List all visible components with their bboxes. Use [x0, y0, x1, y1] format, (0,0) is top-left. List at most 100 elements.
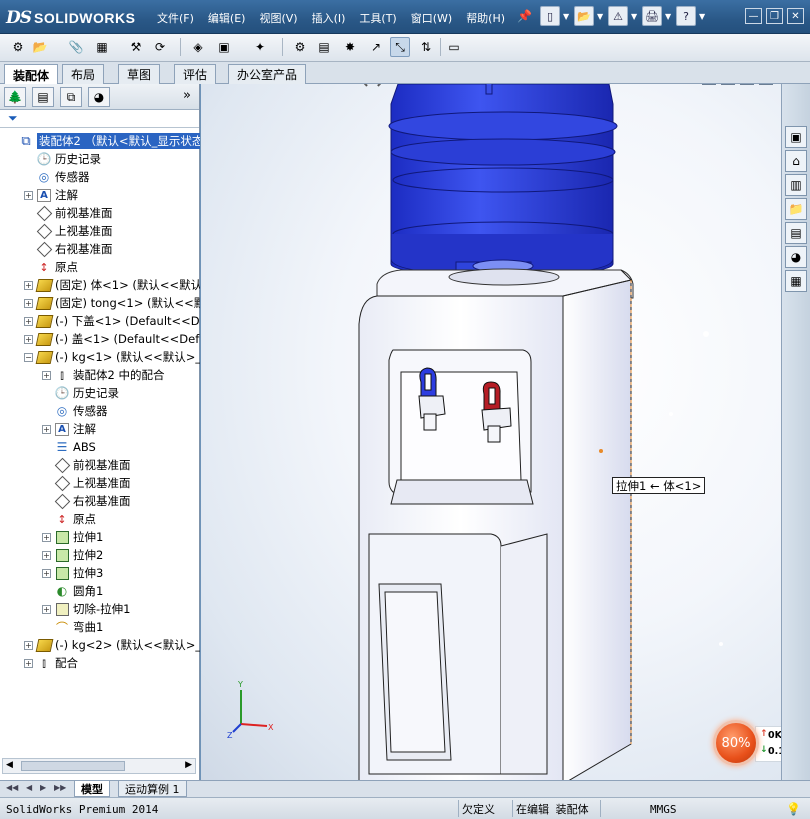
rebuild-warning-icon[interactable]: ⚠	[608, 6, 628, 26]
tab-sketch[interactable]: 草图	[118, 64, 161, 84]
tab-assembly[interactable]: 装配体	[4, 64, 59, 85]
menu-help[interactable]: 帮助(H)	[459, 10, 512, 26]
expand-icon[interactable]: +	[24, 316, 33, 326]
move-component-icon[interactable]: ⟳	[150, 37, 170, 57]
tree-item[interactable]: + 拉伸3	[42, 564, 103, 582]
tree-horizontal-scrollbar[interactable]: ◀ ▶	[2, 758, 196, 774]
scroll-right-icon[interactable]: ▶	[185, 760, 192, 770]
first-tab-icon[interactable]: ◀◀	[6, 783, 18, 792]
collapse-icon[interactable]: −	[24, 352, 33, 362]
scrollbar-thumb[interactable]	[21, 761, 125, 771]
viewport-close-icon[interactable]: ✕	[759, 84, 773, 85]
tree-filter[interactable]: ⏷	[0, 110, 199, 128]
solidworks-logo[interactable]: DS SOLIDWORKS	[6, 6, 135, 30]
edit-component-icon[interactable]: ⚙	[8, 37, 28, 57]
tree-item[interactable]: 前视基准面	[24, 204, 113, 222]
tree-item[interactable]: + (-) kg<2> (默认<<默认>_外	[24, 636, 200, 654]
menu-window[interactable]: 窗口(W)	[404, 10, 459, 26]
prev-tab-icon[interactable]: ◀	[26, 783, 32, 792]
instant3d-icon[interactable]: ⤡	[390, 37, 410, 57]
mate-icon[interactable]: 📎	[66, 37, 86, 57]
menu-view[interactable]: 视图(V)	[252, 10, 304, 26]
tree-item[interactable]: 右视基准面	[42, 492, 131, 510]
exploded-view-icon[interactable]: ✸	[340, 37, 360, 57]
take-snapshot-icon[interactable]: ▭	[444, 37, 464, 57]
tree-item[interactable]: + 切除-拉伸1	[42, 600, 130, 618]
tree-item[interactable]: ⌒ 弯曲1	[42, 618, 103, 636]
expand-icon[interactable]: +	[24, 190, 33, 200]
close-icon[interactable]: ✕	[787, 8, 804, 24]
last-tab-icon[interactable]: ▶▶	[54, 783, 66, 792]
pin-menu-icon[interactable]: 📌	[517, 9, 532, 23]
menu-file[interactable]: 文件(F)	[150, 10, 201, 26]
viewport-restore-icon[interactable]: ❐	[740, 84, 754, 85]
new-document-icon[interactable]: ▯	[540, 6, 560, 26]
appearances-icon[interactable]: ◕	[785, 246, 807, 268]
expand-icon[interactable]: +	[24, 640, 33, 650]
network-speed-widget[interactable]: ↑ 0K/s ↓ 0.1K/s 80%	[713, 718, 781, 770]
graphics-area[interactable]: Y X Z 🔍 🔎 ⧉ — ❐ ✕ 拉伸1 ← 体<1> ↑ 0K/s ↓ 0.…	[201, 84, 781, 780]
new-motion-study-icon[interactable]: ⚙	[290, 37, 310, 57]
assembly-features-icon[interactable]: ▣	[214, 37, 234, 57]
smart-fasteners-icon[interactable]: ⚒	[126, 37, 146, 57]
tab-layout[interactable]: 布局	[62, 64, 105, 84]
quick-tips-icon[interactable]: 💡	[786, 801, 801, 817]
file-explorer-icon[interactable]: 📁	[785, 198, 807, 220]
feature-tree-tab-icon[interactable]: 🌲	[4, 87, 26, 107]
show-hidden-icon[interactable]: ◈	[188, 37, 208, 57]
expand-icon[interactable]: +	[24, 298, 33, 308]
tree-item[interactable]: ↕ 原点	[42, 510, 96, 528]
new-dropdown-icon[interactable]: ▼	[563, 6, 571, 26]
configuration-manager-tab-icon[interactable]: ⧉	[60, 87, 82, 107]
explode-line-sketch-icon[interactable]: ↗	[366, 37, 386, 57]
custom-properties-icon[interactable]: ▦	[785, 270, 807, 292]
menu-insert[interactable]: 插入(I)	[305, 10, 353, 26]
expand-icon[interactable]: +	[42, 424, 51, 434]
tree-item[interactable]: ☰ ABS	[42, 438, 96, 456]
expand-icon[interactable]: +	[24, 280, 33, 290]
tree-item[interactable]: ◎ 传感器	[24, 168, 90, 186]
more-tabs-icon[interactable]: »	[183, 88, 191, 103]
expand-icon[interactable]: +	[42, 604, 51, 614]
linear-pattern-icon[interactable]: ▦	[92, 37, 112, 57]
tree-item[interactable]: + 拉伸1	[42, 528, 103, 546]
tree-item[interactable]: ↕ 原点	[24, 258, 78, 276]
tree-item[interactable]: 右视基准面	[24, 240, 113, 258]
print-dropdown-icon[interactable]: ▼	[665, 6, 673, 26]
tree-item[interactable]: 上视基准面	[42, 474, 131, 492]
tree-item[interactable]: ⧉ 装配体2 （默认<默认_显示状态	[6, 132, 200, 150]
tree-item[interactable]: + ⫾ 装配体2 中的配合	[42, 366, 164, 384]
property-manager-tab-icon[interactable]: ▤	[32, 87, 54, 107]
tree-item[interactable]: ◐ 圆角1	[42, 582, 104, 600]
minimize-icon[interactable]: —	[745, 8, 762, 24]
tree-item[interactable]: 🕒 历史记录	[24, 150, 101, 168]
open-dropdown-icon[interactable]: ▼	[597, 6, 605, 26]
restore-icon[interactable]: ❐	[766, 8, 783, 24]
solidworks-resources-icon[interactable]: ▣	[785, 126, 807, 148]
help-icon[interactable]: ?	[676, 6, 696, 26]
view-palette-icon[interactable]: ▤	[785, 222, 807, 244]
zoom-area-icon[interactable]: 🔎	[374, 84, 394, 90]
expand-icon[interactable]: +	[42, 370, 51, 380]
viewport-minimize-icon[interactable]: —	[721, 84, 735, 85]
tree-item[interactable]: + (-) 盖<1> (Default<<Defaul	[24, 330, 200, 348]
tab-evaluate[interactable]: 评估	[174, 64, 217, 84]
update-speedpak-icon[interactable]: ⇅	[416, 37, 436, 57]
display-manager-tab-icon[interactable]: ◕	[88, 87, 110, 107]
open-folder-icon[interactable]: 📂	[574, 6, 594, 26]
expand-icon[interactable]: +	[42, 568, 51, 578]
tree-item[interactable]: 上视基准面	[24, 222, 113, 240]
bill-of-materials-icon[interactable]: ▤	[314, 37, 334, 57]
tab-model[interactable]: 模型	[74, 781, 110, 797]
tree-item[interactable]: − (-) kg<1> (默认<<默认>_外	[24, 348, 200, 366]
tree-item[interactable]: 前视基准面	[42, 456, 131, 474]
zoom-to-fit-icon[interactable]: 🔍	[351, 84, 371, 90]
expand-icon[interactable]: +	[24, 334, 33, 344]
rebuild-dropdown-icon[interactable]: ▼	[631, 6, 639, 26]
menu-edit[interactable]: 编辑(E)	[201, 10, 253, 26]
filter-icon[interactable]: ⏷	[8, 111, 18, 126]
mate-callout[interactable]: 拉伸1 ← 体<1>	[612, 477, 706, 494]
expand-icon[interactable]: +	[42, 550, 51, 560]
tree-item[interactable]: + ⫾ 配合	[24, 654, 78, 672]
tree-item[interactable]: + 拉伸2	[42, 546, 103, 564]
